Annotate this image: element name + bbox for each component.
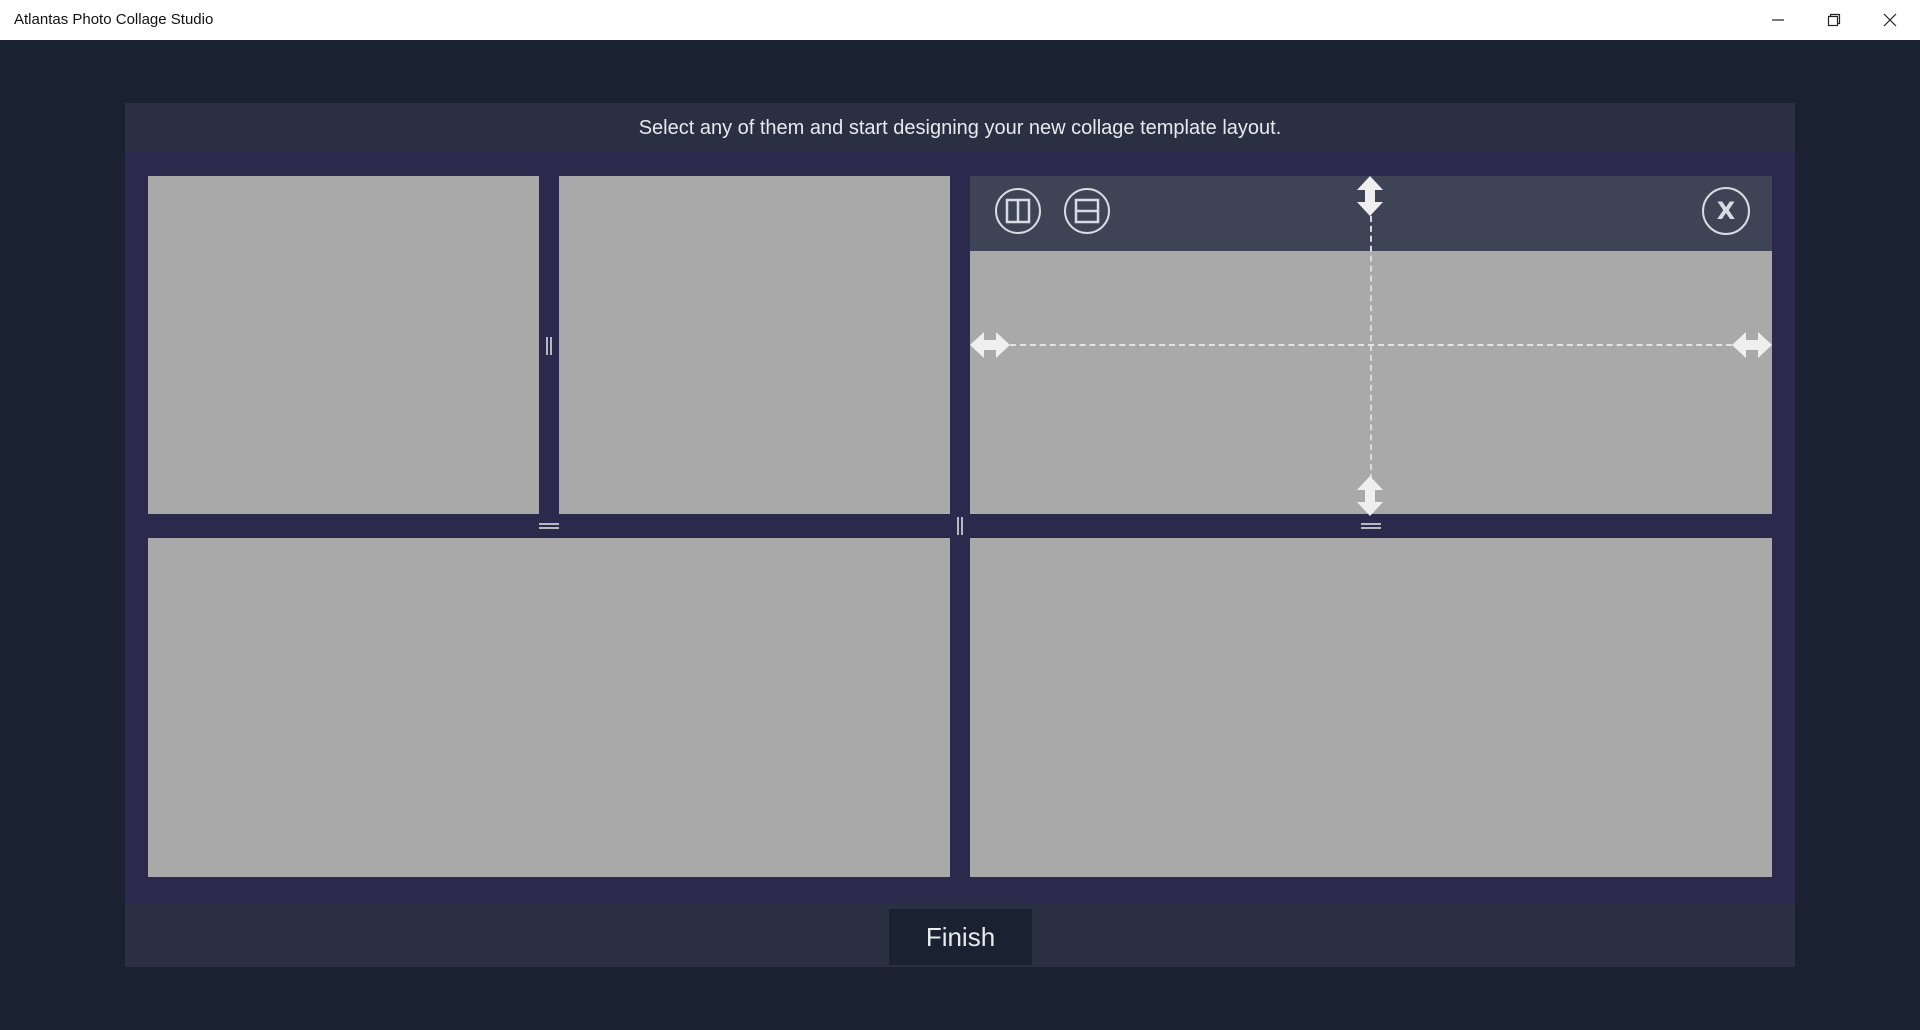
split-horizontal-button[interactable] [1064,188,1110,234]
instruction-text: Select any of them and start designing y… [638,117,1282,139]
collage-cell-top-left[interactable] [148,176,539,514]
vertical-resize-arrow-icon [1357,176,1383,216]
collage-cell-bottom-right[interactable] [970,538,1772,877]
row-splitter-grip[interactable] [537,520,561,532]
split-vertical-icon [1005,198,1031,224]
split-vertical-button[interactable] [995,188,1041,234]
collage-cell-selected[interactable]: X [970,176,1772,516]
row-splitter-grip[interactable] [1359,520,1383,532]
column-splitter-grip[interactable] [954,516,966,536]
resize-right-handle[interactable] [1732,331,1772,359]
remove-cell-button[interactable]: X [1702,187,1750,235]
layout-editor-card: Select any of them and start designing y… [125,103,1795,967]
title-bar: Atlantas Photo Collage Studio [0,0,1920,40]
collage-canvas: X [125,152,1795,903]
horizontal-resize-arrow-icon [970,332,1010,358]
horizontal-grip-icon [539,523,559,529]
horizontal-guide-line [1000,344,1742,346]
app-title: Atlantas Photo Collage Studio [14,11,214,28]
minimize-icon [1772,19,1784,21]
horizontal-grip-icon [1361,523,1381,529]
restore-icon [1827,13,1841,27]
remove-cell-label: X [1716,197,1736,225]
vertical-grip-icon [546,337,552,355]
column-splitter-grip[interactable] [543,336,555,356]
close-icon [1883,13,1897,27]
split-horizontal-icon [1074,198,1100,224]
collage-cell-bottom-left[interactable] [148,538,950,877]
horizontal-resize-arrow-icon [1732,332,1772,358]
vertical-guide-line [1370,206,1372,490]
footer-bar: Finish [125,903,1795,967]
resize-top-handle[interactable] [1356,176,1384,216]
finish-button[interactable]: Finish [889,909,1032,965]
vertical-grip-icon [957,517,963,535]
resize-left-handle[interactable] [970,331,1010,359]
close-window-button[interactable] [1862,0,1918,40]
collage-cell-top-middle[interactable] [559,176,950,514]
restore-button[interactable] [1806,0,1862,40]
resize-bottom-handle[interactable] [1356,476,1384,516]
minimize-button[interactable] [1750,0,1806,40]
vertical-resize-arrow-icon [1357,476,1383,516]
